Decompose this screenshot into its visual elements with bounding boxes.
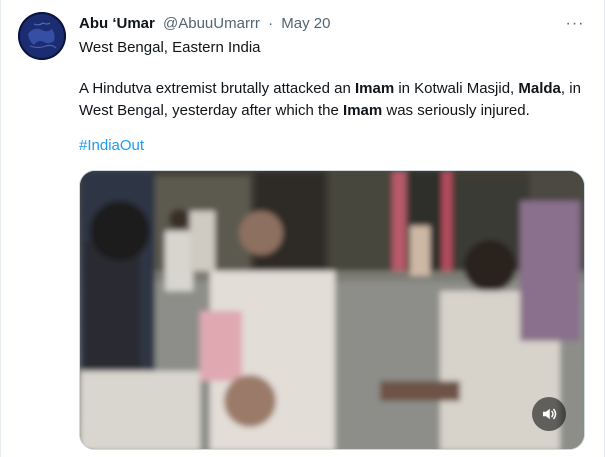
video-frame bbox=[80, 171, 584, 449]
location-line: West Bengal, Eastern India bbox=[79, 39, 261, 56]
globe-icon bbox=[18, 12, 66, 60]
tweet-text-bold: Imam bbox=[354, 80, 395, 97]
tweet-date[interactable]: May 20 bbox=[281, 15, 330, 32]
avatar[interactable] bbox=[18, 12, 66, 60]
tweet-text-part: was seriously injured. bbox=[382, 102, 530, 119]
tweet-text-part: in Kotwali Masjid, bbox=[394, 80, 519, 97]
volume-icon bbox=[543, 408, 557, 420]
author-handle[interactable]: @AbuuUmarrr bbox=[163, 15, 260, 32]
tweet-text-part: A Hindutva extremist brutally attacked a… bbox=[79, 80, 355, 97]
more-horizontal-icon: ··· bbox=[565, 15, 585, 32]
volume-button[interactable] bbox=[532, 397, 566, 431]
author-name[interactable]: Abu ‘Umar bbox=[79, 15, 155, 32]
tweet-text: A Hindutva extremist brutally attacked a… bbox=[79, 78, 589, 122]
more-options-button[interactable]: ··· bbox=[564, 14, 586, 34]
video-player[interactable] bbox=[79, 170, 585, 450]
separator-dot: · bbox=[268, 15, 274, 32]
tweet-text-bold: Imam bbox=[343, 102, 383, 119]
tweet-card[interactable]: Abu ‘Umar @AbuuUmarrr · May 20 ··· West … bbox=[0, 0, 605, 457]
hashtag-link[interactable]: #IndiaOut bbox=[79, 136, 144, 156]
tweet-text-bold: Malda bbox=[518, 80, 561, 97]
tweet-header: Abu ‘Umar @AbuuUmarrr · May 20 bbox=[79, 14, 564, 34]
